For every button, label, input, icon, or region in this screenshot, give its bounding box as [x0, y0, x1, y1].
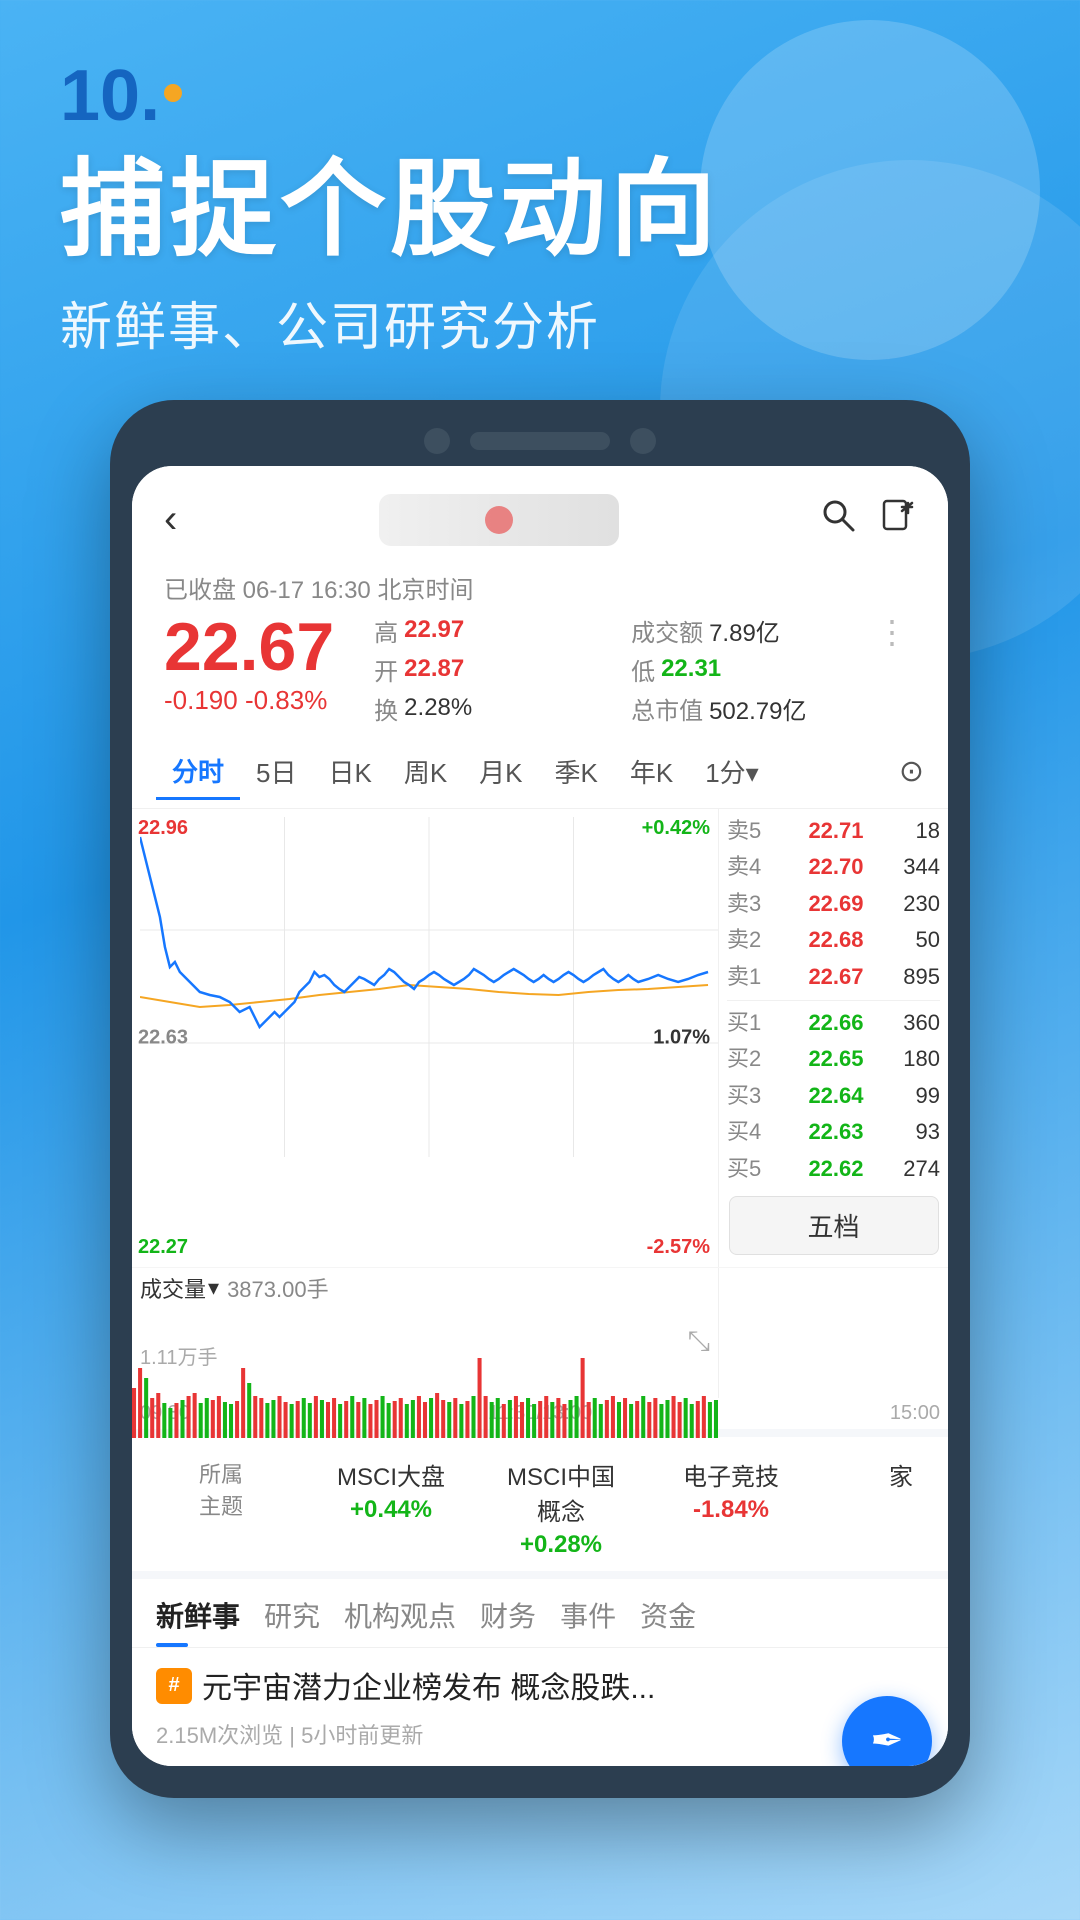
order-row-sell1: 卖1 22.67 895 [727, 959, 940, 996]
stock-detail-grid: 高 22.97 成交额 7.89亿 开 22.87 低 22.31 [374, 613, 868, 726]
order-row-sell2: 卖2 22.68 50 [727, 922, 940, 959]
price-chart-svg [140, 817, 718, 1157]
phone-screen: ‹ [132, 466, 948, 1766]
news-tag-icon: # [156, 1668, 192, 1704]
target-icon[interactable]: ⊙ [899, 754, 924, 789]
news-tab-研究[interactable]: 研究 [264, 1595, 344, 1647]
tab-季K[interactable]: 季K [539, 745, 614, 798]
stock-status-bar: 已收盘 06-17 16:30 北京时间 [132, 562, 948, 607]
chart-left: 22.96 22.63 22.27 +0.42% 1.07% -2.57% [132, 809, 718, 1267]
tab-5日[interactable]: 5日 [240, 745, 312, 798]
low-item: 低 22.31 [631, 652, 868, 687]
news-tab-新鲜事[interactable]: 新鲜事 [156, 1595, 264, 1647]
stock-change: -0.190 -0.83% [164, 685, 334, 716]
tab-月K[interactable]: 月K [463, 745, 538, 798]
x-axis-label-end: 15:00 [890, 1402, 940, 1425]
order-book: 卖5 22.71 18 卖4 22.70 344 卖3 22.69 23 [718, 809, 948, 1267]
app-logo-number: 10. [60, 60, 160, 132]
stock-price: 22.67 [164, 613, 334, 681]
share-icon[interactable] [880, 497, 916, 543]
volume-right-empty [718, 1268, 948, 1398]
news-tab-事件[interactable]: 事件 [560, 1595, 640, 1647]
more-button[interactable]: ⋮ [868, 613, 916, 651]
chart-tabs: 分时 5日 日K 周K 月K 季K 年K 1分▾ ⊙ [132, 736, 948, 809]
news-tab-财务[interactable]: 财务 [480, 1595, 560, 1647]
header-icons [820, 497, 916, 543]
high-item: 高 22.97 [374, 613, 611, 648]
volume-unit-label: 1.11万手 [140, 1341, 217, 1370]
news-tab-资金[interactable]: 资金 [640, 1595, 720, 1647]
news-title: 元宇宙潜力企业榜发布 概念股跌... [202, 1668, 655, 1710]
blurred-dot [485, 506, 513, 534]
tab-日K[interactable]: 日K [312, 745, 387, 798]
phone-wrapper: ‹ [0, 400, 1080, 1798]
phone-frame: ‹ [110, 400, 970, 1798]
order-row-sell5: 卖5 22.71 18 [727, 813, 940, 850]
sector-item-esports[interactable]: 电子竞技 -1.84% [666, 1457, 796, 1559]
chart-label-bottom: 22.27 [138, 1236, 188, 1259]
news-item[interactable]: # 元宇宙潜力企业榜发布 概念股跌... 2.15M次浏览 | 5小时前更新 ✒ [132, 1647, 948, 1766]
open-item: 开 22.87 [374, 652, 611, 687]
phone-camera-left [424, 428, 450, 454]
order-row-buy2: 买2 22.65 180 [727, 1041, 940, 1078]
five-block-button[interactable]: 五档 [729, 1196, 939, 1255]
market-cap-item: 总市值 502.79亿 [631, 691, 868, 726]
phone-notch-bar [132, 428, 948, 454]
tab-分时[interactable]: 分时 [156, 744, 240, 800]
stock-price-block: 22.67 -0.190 -0.83% [164, 613, 334, 716]
screen-header: ‹ [132, 466, 948, 562]
tab-周K[interactable]: 周K [388, 745, 463, 798]
news-tab-机构观点[interactable]: 机构观点 [344, 1595, 480, 1647]
order-row-buy4: 买4 22.63 93 [727, 1114, 940, 1151]
sector-item-title: 所属主题 [156, 1457, 286, 1559]
stock-name-blurred [379, 494, 619, 546]
crosshair-icon[interactable]: ⤡ [688, 1325, 710, 1358]
write-icon: ✒ [870, 1718, 904, 1764]
chart-section: 22.96 22.63 22.27 +0.42% 1.07% -2.57% [132, 809, 948, 1267]
interval-dropdown[interactable]: 1分▾ [689, 745, 775, 798]
volume-header: 成交量 ▾ 3873.00手 [132, 1268, 718, 1308]
news-item-content: # 元宇宙潜力企业榜发布 概念股跌... [156, 1668, 924, 1710]
sector-item-msci-china[interactable]: MSCI中国概念 +0.28% [496, 1457, 626, 1559]
order-divider [727, 1000, 940, 1001]
order-row-sell4: 卖4 22.70 344 [727, 849, 940, 886]
sector-item-partial[interactable]: 家 [836, 1457, 948, 1559]
tab-年K[interactable]: 年K [614, 745, 689, 798]
chart-label-pct-bottom: -2.57% [647, 1236, 710, 1259]
sector-row: 所属主题 MSCI大盘 +0.44% MSCI中国概念 +0.28% 电子竞技 … [132, 1429, 948, 1571]
app-banner: 10. 捕捉个股动向 新鲜事、公司研究分析 [0, 0, 1080, 360]
app-logo-dot [164, 84, 182, 102]
order-row-sell3: 卖3 22.69 230 [727, 886, 940, 923]
volume-section: 成交量 ▾ 3873.00手 1.11万手 [132, 1267, 948, 1398]
search-icon[interactable] [820, 497, 856, 543]
order-row-buy1: 买1 22.66 360 [727, 1005, 940, 1042]
news-meta: 2.15M次浏览 | 5小时前更新 [156, 1718, 924, 1750]
back-button[interactable]: ‹ [164, 497, 177, 542]
volume-chart-svg [132, 1308, 718, 1438]
volume-dropdown[interactable]: 成交量 ▾ [140, 1272, 219, 1304]
volume-left: 成交量 ▾ 3873.00手 1.11万手 [132, 1268, 718, 1398]
phone-speaker [470, 432, 610, 450]
stock-main-info: 22.67 -0.190 -0.83% 高 22.97 成交额 7.89亿 开 … [132, 607, 948, 736]
sector-item-msci-big[interactable]: MSCI大盘 +0.44% [326, 1457, 456, 1559]
news-tabs: 新鲜事 研究 机构观点 财务 事件 资金 [132, 1571, 948, 1647]
order-row-buy3: 买3 22.64 99 [727, 1078, 940, 1115]
turnover-item: 换 2.28% [374, 691, 611, 726]
order-row-buy5: 买5 22.62 274 [727, 1151, 940, 1188]
order-book-content: 卖5 22.71 18 卖4 22.70 344 卖3 22.69 23 [719, 809, 948, 1267]
amount-item: 成交额 7.89亿 [631, 613, 868, 648]
phone-camera-right [630, 428, 656, 454]
